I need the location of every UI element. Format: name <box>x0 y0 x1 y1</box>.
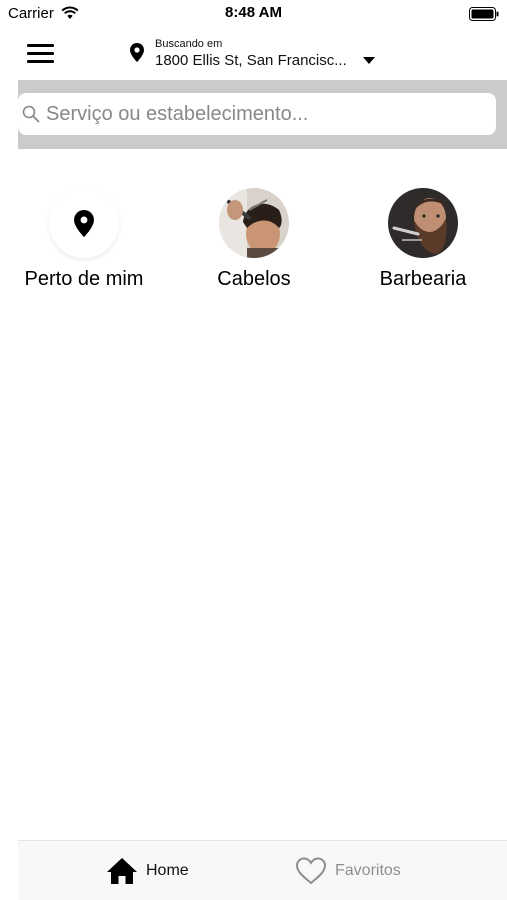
barber-photo <box>388 188 458 258</box>
location-pin-icon <box>74 210 94 237</box>
tab-favoritos-label: Favoritos <box>335 862 401 879</box>
search-box[interactable] <box>18 93 496 135</box>
location-pin-icon <box>130 43 144 62</box>
category-label: Cabelos <box>217 268 291 290</box>
tab-favoritos[interactable]: Favoritos <box>295 841 401 900</box>
bottom-tab-bar: Home Favoritos <box>18 840 507 900</box>
tab-home[interactable]: Home <box>106 841 189 900</box>
haircut-photo <box>219 188 289 258</box>
location-address[interactable]: 1800 Ellis St, San Francisc... <box>155 52 347 69</box>
category-icon-circle <box>49 188 119 258</box>
category-label: Perto de mim <box>24 268 144 290</box>
status-bar: Carrier 8:48 AM <box>0 0 507 28</box>
header: Buscando em 1800 Ellis St, San Francisc.… <box>0 28 507 80</box>
chevron-down-icon[interactable] <box>363 57 375 65</box>
home-icon <box>107 858 137 884</box>
search-input[interactable] <box>46 93 486 135</box>
search-icon <box>22 105 40 123</box>
hamburger-menu-icon[interactable] <box>24 40 56 68</box>
tab-home-label: Home <box>146 862 189 879</box>
location-caption: Buscando em <box>155 38 223 50</box>
clock: 8:48 AM <box>225 4 282 21</box>
battery-icon <box>469 7 499 21</box>
search-bar-container <box>18 80 507 149</box>
category-label: Barbearia <box>379 268 467 290</box>
heart-icon <box>295 857 327 885</box>
